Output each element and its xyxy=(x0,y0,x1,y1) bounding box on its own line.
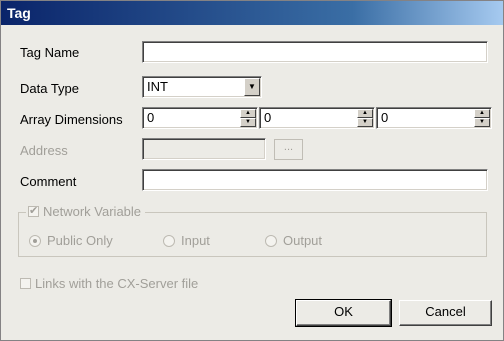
dialog-title: Tag xyxy=(1,1,503,25)
radio-public-only-label: Public Only xyxy=(47,233,113,248)
radio-public-only: Public Only xyxy=(29,233,113,248)
address-label: Address xyxy=(20,143,68,158)
array-dimension-1-value: 0 xyxy=(147,110,155,125)
network-variable-label: Network Variable xyxy=(43,204,142,219)
cancel-button[interactable]: Cancel xyxy=(399,300,492,326)
radio-unselected-icon xyxy=(265,234,277,247)
data-type-select[interactable]: INT ▼ xyxy=(142,76,262,98)
array-dimension-3-value: 0 xyxy=(381,110,389,125)
radio-output-label: Output xyxy=(283,233,323,248)
spin-up-icon[interactable]: ▲ xyxy=(357,109,373,118)
links-cx-server-label: Links with the CX-Server file xyxy=(35,276,199,291)
address-field xyxy=(142,138,266,160)
array-dimension-3-spinner[interactable]: 0 ▲ ▼ xyxy=(376,107,492,129)
ok-button[interactable]: OK xyxy=(295,299,392,327)
tag-name-input[interactable] xyxy=(143,42,487,62)
data-type-label: Data Type xyxy=(20,81,80,96)
comment-label: Comment xyxy=(20,174,77,189)
spin-down-icon[interactable]: ▼ xyxy=(357,118,373,127)
array-dimension-2-value: 0 xyxy=(264,110,272,125)
spin-down-icon[interactable]: ▼ xyxy=(240,118,256,127)
spin-up-icon[interactable]: ▲ xyxy=(474,109,490,118)
data-type-value: INT xyxy=(147,79,168,94)
spinner-buttons[interactable]: ▲ ▼ xyxy=(240,109,256,127)
radio-input-label: Input xyxy=(181,233,210,248)
tag-name-label: Tag Name xyxy=(20,45,80,60)
checkbox-unchecked-icon xyxy=(20,278,31,289)
chevron-down-icon[interactable]: ▼ xyxy=(244,78,260,96)
links-cx-server-checkbox: Links with the CX-Server file xyxy=(20,276,198,291)
comment-input[interactable] xyxy=(143,170,487,190)
radio-output: Output xyxy=(265,233,322,248)
tag-dialog: Tag Tag Name Data Type INT ▼ Array Dimen… xyxy=(0,0,504,341)
spin-up-icon[interactable]: ▲ xyxy=(240,109,256,118)
radio-unselected-icon xyxy=(163,234,175,247)
array-dimensions-label: Array Dimensions xyxy=(20,112,123,127)
array-dimension-1-spinner[interactable]: 0 ▲ ▼ xyxy=(142,107,258,129)
network-variable-checkbox: ✔ Network Variable xyxy=(26,204,146,219)
address-browse-button: ... xyxy=(274,139,303,160)
spinner-buttons[interactable]: ▲ ▼ xyxy=(474,109,490,127)
checkbox-checked-icon: ✔ xyxy=(28,205,39,217)
radio-selected-icon xyxy=(29,234,41,247)
tag-name-field[interactable] xyxy=(142,41,488,63)
radio-input: Input xyxy=(163,233,210,248)
spinner-buttons[interactable]: ▲ ▼ xyxy=(357,109,373,127)
spin-down-icon[interactable]: ▼ xyxy=(474,118,490,127)
array-dimension-2-spinner[interactable]: 0 ▲ ▼ xyxy=(259,107,375,129)
comment-field[interactable] xyxy=(142,169,488,191)
